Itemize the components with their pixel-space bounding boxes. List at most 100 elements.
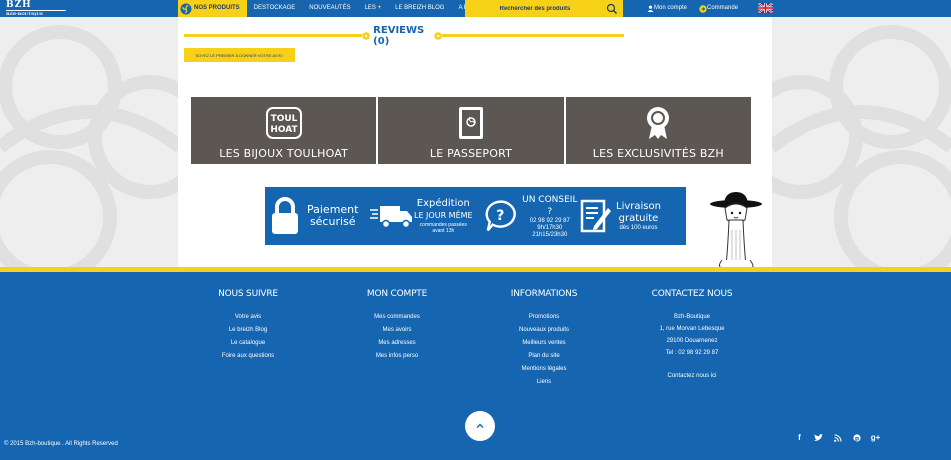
footer-link-avoirs[interactable]: Mes avoirs [347, 324, 447, 337]
footer-heading: INFORMATIONS [510, 289, 578, 299]
menu-destockage[interactable]: Destockage [247, 0, 303, 17]
advice-hours1: 9h/17h30 [537, 224, 563, 231]
delivery-note: dès 100 euros [619, 225, 658, 231]
order-label: Commande [707, 5, 739, 11]
tile-bijoux-toulhoat[interactable]: TOUL HOAT LES BIJOUX TOULHOAT [191, 97, 377, 164]
contact-phone: Tel : 02 98 92 29 87 [665, 350, 719, 356]
triskel-icon [434, 32, 442, 40]
shipping-line1: Expédition [416, 198, 470, 209]
main-content: REVIEWS (0) SOYEZ LE PREMIER À DONNER VO… [178, 17, 772, 267]
my-account-link[interactable]: Mon compte [647, 0, 693, 17]
contact-link[interactable]: Contactez nous ici [642, 370, 742, 382]
main-menu: Nos produits Destockage Nouveautés Les +… [178, 0, 496, 17]
order-link[interactable]: Commande [699, 0, 744, 17]
uk-flag-icon[interactable] [758, 3, 773, 13]
order-form-icon [580, 199, 611, 233]
celtic-background-right [771, 17, 951, 267]
footer-link-faq[interactable]: Foire aux questions [198, 350, 298, 363]
tile-label: LE PASSEPORT [429, 147, 513, 160]
shipping-line2: le jour même [414, 211, 473, 220]
reviews-title: REVIEWS (0) [373, 25, 425, 47]
copyright: © 2015 Bzh-boutique . All Rights Reserve… [4, 441, 118, 447]
footer-heading: MON COMPTE [366, 289, 428, 299]
secure-payment: Paiement sécurisé [265, 187, 370, 245]
rss-icon[interactable] [833, 433, 842, 442]
free-delivery: Livraison gratuite dès 100 euros [580, 187, 686, 245]
celtic-background-left [0, 17, 180, 267]
footer-follow-column: NOUS SUIVRE Votre avis Le breizh Blog Le… [198, 289, 298, 363]
divider-line [442, 34, 624, 37]
google-plus-icon[interactable]: g+ [871, 433, 881, 442]
pinterest-icon[interactable]: p [852, 433, 861, 442]
account-links: Mon compte Commande [647, 0, 750, 17]
padlock-icon [272, 197, 298, 234]
menu-nos-produits[interactable]: Nos produits [178, 0, 247, 17]
tile-passeport[interactable]: LE PASSEPORT [378, 97, 564, 164]
footer-link-breizh-blog[interactable]: Le breizh Blog [198, 324, 298, 337]
passport-icon [451, 103, 491, 143]
my-account-label: Mon compte [654, 5, 688, 11]
footer-link-promotions[interactable]: Promotions [494, 311, 594, 324]
payment-line2: sécurisé [309, 215, 356, 228]
reviews-heading: REVIEWS (0) [362, 25, 442, 47]
svg-text:?: ? [496, 208, 504, 224]
footer-link-meilleures-ventes[interactable]: Meilleurs ventes [494, 337, 594, 350]
footer-link-infos-perso[interactable]: Mes infos perso [347, 350, 447, 363]
advice-phone: 02 98 92 29 87 [529, 217, 570, 224]
footer-link-votre-avis[interactable]: Votre avis [198, 311, 298, 324]
footer-link-adresses[interactable]: Mes adresses [347, 337, 447, 350]
logo-text: BZH [6, 0, 32, 10]
footer-link-commandes[interactable]: Mes commandes [347, 311, 447, 324]
contact-name: Bzh-Boutique [673, 314, 711, 320]
footer-link-catalogue[interactable]: Le catalogue [198, 337, 298, 350]
footer-info-column: INFORMATIONS Promotions Nouveaux produit… [494, 289, 594, 389]
footer-link-nouveaux-produits[interactable]: Nouveaux produits [494, 324, 594, 337]
delivery-line1: Livraison [616, 201, 661, 212]
divider-line [184, 34, 364, 37]
menu-les-plus[interactable]: Les + [358, 0, 389, 17]
breton-cat-mascot [710, 192, 762, 269]
contact-city: 29100 Douarnenez [666, 338, 718, 344]
shipping-note2: avant 13h [432, 228, 455, 234]
award-ribbon-icon [638, 103, 678, 143]
twitter-icon[interactable] [814, 433, 823, 442]
footer-contact-column: CONTACTEZ NOUS Bzh-Boutique 1, rue Morva… [642, 289, 742, 382]
svg-text:HOAT: HOAT [270, 125, 298, 135]
site-footer: NOUS SUIVRE Votre avis Le breizh Blog Le… [0, 272, 951, 460]
menu-label: Nos produits [194, 5, 240, 11]
footer-link-mentions-legales[interactable]: Mentions légales [494, 363, 594, 376]
search-input[interactable] [465, 1, 605, 16]
delivery-truck-icon [370, 206, 412, 229]
tile-label: LES EXCLUSIVITÉS BZH [592, 147, 724, 160]
user-icon [647, 5, 654, 12]
facebook-icon[interactable]: f [795, 433, 804, 442]
toulhoat-logo-icon: TOUL HOAT [264, 103, 304, 143]
site-logo[interactable]: BZH BZH-BOUTIQUE [6, 1, 66, 16]
logo-subtext: BZH-BOUTIQUE [6, 10, 66, 16]
chevron-up-icon [476, 423, 484, 428]
svg-text:p: p [854, 435, 859, 442]
footer-heading: CONTACTEZ NOUS [651, 289, 733, 299]
write-first-review-button[interactable]: SOYEZ LE PREMIER À DONNER VOTRE AVIS ! [184, 48, 295, 62]
triskel-icon [180, 3, 192, 14]
advice-hotline: ? UN CONSEIL ? 02 98 92 29 87 9h/17h30 2… [480, 187, 580, 245]
footer-link-plan-du-site[interactable]: Plan du site [494, 350, 594, 363]
advice-title: UN CONSEIL ? [522, 194, 578, 217]
advice-hours2: 21h15/23h30 [532, 231, 568, 238]
tile-exclusivites-bzh[interactable]: LES EXCLUSIVITÉS BZH [565, 97, 751, 164]
footer-link-liens[interactable]: Liens [494, 376, 594, 389]
menu-nouveautes[interactable]: Nouveautés [302, 0, 357, 17]
triskel-icon [362, 32, 370, 40]
contact-street: 1, rue Morvan Lebesque [659, 326, 725, 332]
social-links: f p g+ [795, 433, 880, 442]
reviews-header: REVIEWS (0) [184, 25, 624, 47]
same-day-shipping: Expédition le jour même commandes passée… [370, 187, 480, 245]
back-to-top-button[interactable] [465, 411, 495, 441]
menu-breizh-blog[interactable]: Le breizh blog [388, 0, 451, 17]
tile-label: LES BIJOUX TOULHOAT [219, 147, 349, 160]
top-navigation-bar: BZH BZH-BOUTIQUE Nos produits Destockage… [0, 0, 951, 17]
services-banner: Paiement sécurisé Expédition le jour mêm… [265, 187, 686, 245]
footer-heading: NOUS SUIVRE [218, 289, 278, 299]
delivery-line2: gratuite [618, 213, 659, 224]
search-icon[interactable] [605, 2, 619, 16]
